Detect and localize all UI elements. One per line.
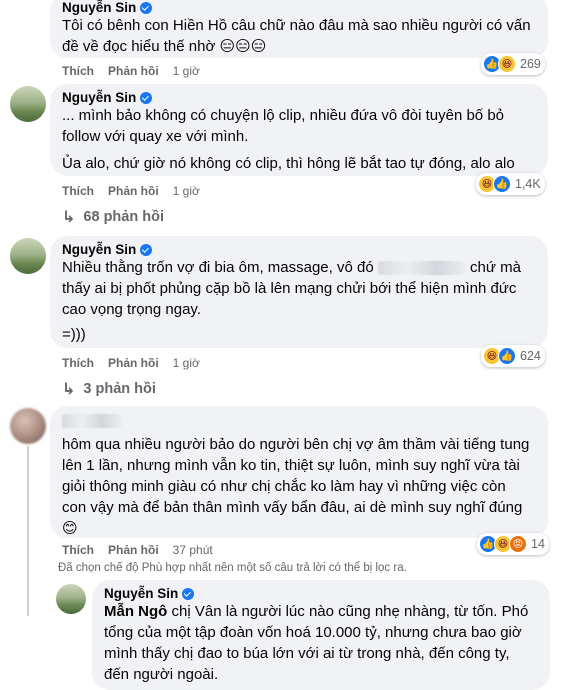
- comment-text: Tôi có bênh con Hiền Hồ câu chữ nào đâu …: [62, 15, 536, 57]
- reaction-summary[interactable]: 👍 😆 😡 14: [477, 533, 549, 555]
- blurred-text: [377, 261, 466, 276]
- like-button[interactable]: Thích: [62, 543, 94, 557]
- comment-line: con vậy mà để bản thân mình vấy bẩn đâu,…: [62, 499, 523, 516]
- filter-note: Đã chọn chế độ Phù hợp nhất nên một số c…: [58, 562, 407, 574]
- like-button[interactable]: Thích: [62, 356, 94, 370]
- comment-time[interactable]: 1 giờ: [173, 184, 200, 198]
- reply-button[interactable]: Phản hồi: [108, 543, 159, 557]
- view-replies-link[interactable]: ↳ 3 phản hồi: [62, 379, 156, 399]
- haha-reaction-icon: 😆: [498, 55, 516, 73]
- like-reaction-icon: 👍: [493, 175, 511, 193]
- verified-badge-icon: [140, 91, 153, 104]
- blurred-author-name: [62, 414, 122, 428]
- comment-line: giỏi thông minh giàu có như chị chắc ko …: [62, 478, 506, 495]
- author-name[interactable]: Nguyễn Sin: [62, 0, 136, 15]
- comment-line-text: ... mình bảo không có chuyện lộ clip, nh…: [62, 107, 505, 124]
- avatar[interactable]: [56, 584, 86, 614]
- reaction-count: 269: [520, 57, 541, 71]
- comment-line-text: chị Vân là người lúc nào cũng nhẹ nhàng,…: [171, 603, 529, 620]
- comment-line: ... mình bảo không có chuyện lộ clip, nh…: [62, 105, 536, 126]
- comment-line: đề về đọc hiểu thế nhờ 😑😑😑: [62, 38, 267, 55]
- comment-bubble-2: Nguyễn Sin ... mình bảo không có chuyện …: [50, 84, 548, 176]
- reply-arrow-icon: ↳: [62, 209, 76, 226]
- comment-bubble-4: hôm qua nhiều người bảo do người bên chị…: [50, 406, 548, 538]
- avatar[interactable]: [10, 238, 46, 274]
- comment-author[interactable]: Nguyễn Sin: [104, 586, 538, 601]
- comment-line: Tôi có bênh con Hiền Hồ câu chữ nào đâu …: [62, 17, 531, 34]
- view-replies-link[interactable]: ↳ 68 phản hồi: [62, 207, 164, 227]
- reaction-summary[interactable]: 😆 👍 624: [481, 345, 545, 367]
- comment-line: cao vọng trọng ngay.: [62, 301, 201, 318]
- like-button[interactable]: Thích: [62, 64, 94, 78]
- comment-line: lên 1 lần, nhưng mình vẫn ko tin, thiệt …: [62, 457, 520, 474]
- avatar[interactable]: [10, 408, 46, 444]
- reply-button[interactable]: Phản hồi: [108, 184, 159, 198]
- like-reaction-icon: 👍: [498, 347, 516, 365]
- comment-actions: Thích Phản hồi 1 giờ: [62, 184, 200, 198]
- comment-author[interactable]: [62, 412, 536, 430]
- author-name[interactable]: Nguyễn Sin: [62, 90, 136, 105]
- comment-time[interactable]: 1 giờ: [173, 64, 200, 78]
- mention-link[interactable]: Mẫn Ngô: [104, 603, 167, 620]
- reaction-summary[interactable]: 👍 😆 269: [481, 53, 545, 75]
- author-name[interactable]: Nguyễn Sin: [62, 242, 136, 257]
- comment-author[interactable]: Nguyễn Sin: [62, 0, 536, 15]
- comment-text: ... mình bảo không có chuyện lộ clip, nh…: [62, 105, 536, 174]
- comment-time[interactable]: 1 giờ: [173, 356, 200, 370]
- comment-line-text: chứ mà: [470, 259, 521, 276]
- comment-line: Mẫn Ngô chị Vân là người lúc nào cũng nh…: [104, 601, 538, 622]
- reaction-summary[interactable]: 😆 👍 1,4K: [476, 173, 545, 195]
- comment-time[interactable]: 37 phút: [173, 543, 213, 557]
- comment-line: follow với quay xe với mình.: [62, 128, 249, 145]
- comment-line: tổng của một tập đoàn vốn hoá 10.000 tỷ,…: [104, 624, 522, 641]
- reply-button[interactable]: Phản hồi: [108, 64, 159, 78]
- reply-button[interactable]: Phản hồi: [108, 356, 159, 370]
- comment-actions: Thích Phản hồi 1 giờ: [62, 356, 200, 370]
- comment-line-text: Nhiều thằng trốn vợ đi bia ôm, massage, …: [62, 259, 374, 276]
- reaction-count: 1,4K: [515, 177, 541, 191]
- replies-count[interactable]: 3 phản hồi: [83, 381, 156, 397]
- comment-text: Mẫn Ngô chị Vân là người lúc nào cũng nh…: [104, 601, 538, 685]
- comment-line: Nhiều thằng trốn vợ đi bia ôm, massage, …: [62, 257, 536, 278]
- reaction-count: 624: [520, 349, 541, 363]
- comment-actions: Thích Phản hồi 1 giờ: [62, 64, 200, 78]
- comment-line: mình thấy chị đao to búa lớn với ai từ t…: [104, 645, 510, 662]
- comment-author[interactable]: Nguyễn Sin: [62, 90, 536, 105]
- comment-actions: Thích Phản hồi 37 phút: [62, 543, 213, 557]
- comment-line: đến người ngoài.: [104, 666, 219, 683]
- verified-badge-icon: [140, 1, 153, 14]
- comment-author[interactable]: Nguyễn Sin: [62, 242, 536, 257]
- comment-line: =))): [62, 326, 86, 343]
- reply-bubble: Nguyễn Sin Mẫn Ngô chị Vân là người lúc …: [92, 580, 550, 690]
- avatar[interactable]: [10, 86, 46, 122]
- comment-line: Ủa alo, chứ giờ nó không có clip, thì hô…: [62, 155, 515, 172]
- reply-arrow-icon: ↳: [62, 381, 76, 398]
- thread-connector: [27, 446, 29, 616]
- comment-bubble-3: Nguyễn Sin Nhiều thằng trốn vợ đi bia ôm…: [50, 236, 548, 348]
- comment-text: hôm qua nhiều người bảo do người bên chị…: [62, 434, 536, 539]
- verified-badge-icon: [140, 243, 153, 256]
- like-button[interactable]: Thích: [62, 184, 94, 198]
- comment-text: Nhiều thằng trốn vợ đi bia ôm, massage, …: [62, 257, 536, 345]
- comment-line: hôm qua nhiều người bảo do người bên chị…: [62, 436, 530, 453]
- replies-count[interactable]: 68 phản hồi: [83, 209, 164, 225]
- comment-line: 😊: [62, 520, 78, 537]
- verified-badge-icon: [182, 587, 195, 600]
- angry-reaction-icon: 😡: [509, 535, 527, 553]
- comment-line: thấy ai bị phốt phủng cặp bồ là lên mạng…: [62, 280, 517, 297]
- reaction-count: 14: [531, 537, 545, 551]
- comment-bubble-1: Nguyễn Sin Tôi có bênh con Hiền Hồ câu c…: [50, 0, 548, 58]
- author-name[interactable]: Nguyễn Sin: [104, 586, 178, 601]
